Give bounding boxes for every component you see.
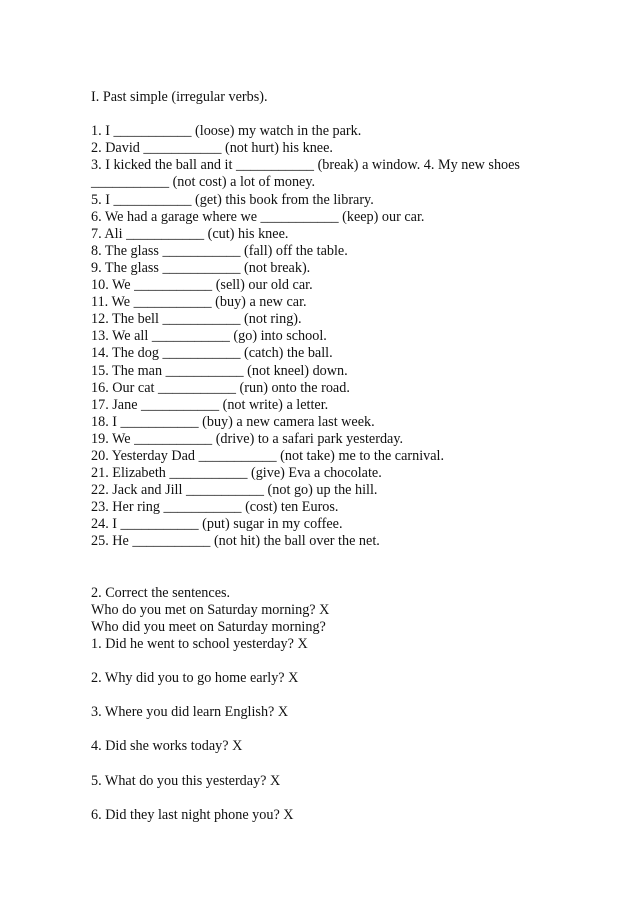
exercise-item: 2. David ___________ (not hurt) his knee… bbox=[91, 140, 333, 157]
correction-item: 3. Where you did learn English? X bbox=[91, 704, 289, 721]
exercise-item: 17. Jane ___________ (not write) a lette… bbox=[91, 396, 329, 413]
section2-heading: 2. Correct the sentences. bbox=[91, 584, 231, 601]
worksheet: I. Past simple (irregular verbs). 1. I _… bbox=[91, 89, 591, 824]
exercise-item: 19. We ___________ (drive) to a safari p… bbox=[91, 430, 404, 447]
section1-heading: I. Past simple (irregular verbs). bbox=[91, 89, 268, 105]
example-wrong: Who do you met on Saturday morning? X bbox=[91, 601, 330, 618]
correction-item: 4. Did she works today? X bbox=[91, 738, 243, 755]
correction-item: 5. What do you this yesterday? X bbox=[91, 772, 281, 789]
exercise-item: 3. I kicked the ball and it ___________ … bbox=[91, 157, 520, 174]
exercise-item: 11. We ___________ (buy) a new car. bbox=[91, 294, 307, 311]
exercise-item: 15. The man ___________ (not kneel) down… bbox=[91, 362, 348, 379]
exercise-item: 9. The glass ___________ (not break). bbox=[91, 259, 311, 276]
example-right: Who did you meet on Saturday morning? bbox=[91, 618, 326, 635]
exercise-item: 18. I ___________ (buy) a new camera las… bbox=[91, 413, 375, 430]
exercise-item: 1. I ___________ (loose) my watch in the… bbox=[91, 123, 362, 140]
exercise-item: 16. Our cat ___________ (run) onto the r… bbox=[91, 379, 350, 396]
exercise-item: 21. Elizabeth ___________ (give) Eva a c… bbox=[91, 465, 382, 482]
exercise-item: 8. The glass ___________ (fall) off the … bbox=[91, 242, 348, 259]
exercise-item: 14. The dog ___________ (catch) the ball… bbox=[91, 345, 333, 362]
exercise-item: 12. The bell ___________ (not ring). bbox=[91, 311, 302, 328]
exercise-item: 6. We had a garage where we ___________ … bbox=[91, 208, 425, 225]
exercise-item: 5. I ___________ (get) this book from th… bbox=[91, 191, 374, 208]
exercise-item: 13. We all ___________ (go) into school. bbox=[91, 328, 327, 345]
section1-list: 1. I ___________ (loose) my watch in the… bbox=[91, 123, 591, 550]
exercise-item: 10. We ___________ (sell) our old car. bbox=[91, 277, 313, 294]
exercise-item: 23. Her ring ___________ (cost) ten Euro… bbox=[91, 499, 339, 516]
exercise-item: ___________ (not cost) a lot of money. bbox=[91, 174, 316, 191]
exercise-item: 22. Jack and Jill ___________ (not go) u… bbox=[91, 482, 378, 499]
section2-list: 1. Did he went to school yesterday? X 2. … bbox=[91, 636, 591, 824]
exercise-item: 7. Ali ___________ (cut) his knee. bbox=[91, 225, 289, 242]
exercise-item: 25. He ___________ (not hit) the ball ov… bbox=[91, 533, 380, 550]
correction-item: 6. Did they last night phone you? X bbox=[91, 806, 294, 823]
correction-item: 2. Why did you to go home early? X bbox=[91, 670, 299, 686]
exercise-item: 20. Yesterday Dad ___________ (not take)… bbox=[91, 447, 445, 464]
exercise-item: 24. I ___________ (put) sugar in my coff… bbox=[91, 516, 343, 533]
correction-item: 1. Did he went to school yesterday? X bbox=[91, 635, 308, 652]
